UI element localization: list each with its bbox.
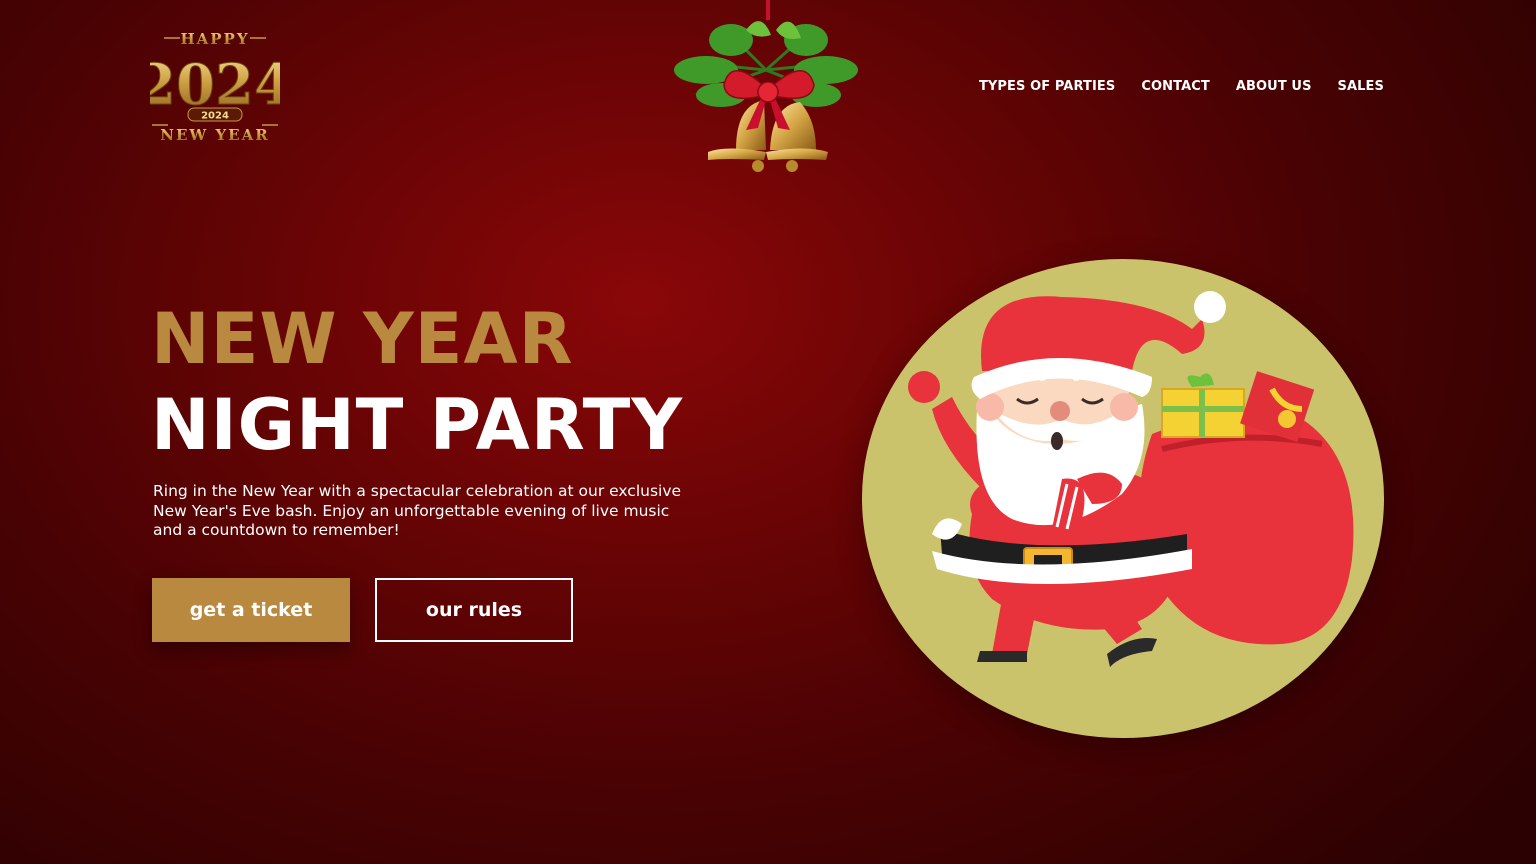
nav-item-about-us[interactable]: ABOUT US [1236,79,1312,94]
logo-ribbon-year: 2024 [201,111,229,122]
hero-title-line2: NIGHT PARTY [151,384,684,466]
nav-item-contact[interactable]: CONTACT [1141,79,1210,94]
our-rules-button[interactable]: our rules [375,578,573,642]
logo-new-year-text: NEW YEAR [160,126,269,144]
hero-description: Ring in the New Year with a spectacular … [153,482,682,539]
happy-new-year-logo[interactable]: HAPPY 2024 2024 NEW YEAR [137,26,294,148]
nav-item-types-of-parties[interactable]: TYPES OF PARTIES [979,79,1115,94]
hero-title-line1: NEW YEAR [151,298,574,380]
nav-item-sales[interactable]: SALES [1338,79,1384,94]
get-ticket-button[interactable]: get a ticket [152,578,350,642]
santa-illustration [862,259,1384,738]
logo-happy-text: HAPPY [180,30,249,48]
main-navigation: TYPES OF PARTIES CONTACT ABOUT US SALES [979,79,1384,94]
hero-title: NEW YEAR NIGHT PARTY [151,296,683,468]
christmas-bells-icon [666,0,866,176]
